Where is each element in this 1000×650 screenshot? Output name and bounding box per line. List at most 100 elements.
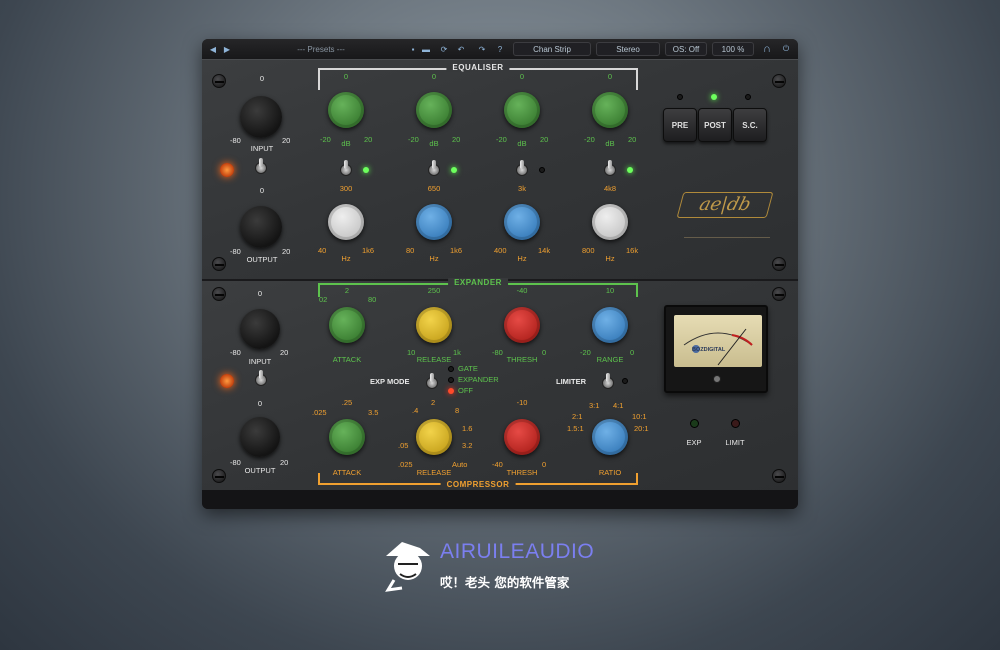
meter-adjust-screw[interactable] bbox=[713, 375, 721, 383]
sc-button[interactable]: S.C. bbox=[733, 108, 767, 142]
eq-gain-unit-label: dB bbox=[605, 139, 615, 148]
comp-attack-top: .25 bbox=[341, 398, 353, 407]
eq-gain-unit-label: dB bbox=[341, 139, 351, 148]
zoom-selector[interactable]: 100 % bbox=[712, 42, 754, 56]
screw bbox=[212, 287, 226, 301]
comp-ratio-knob[interactable] bbox=[592, 419, 628, 455]
meter-scale bbox=[683, 328, 753, 366]
watermark-brand: AIRUILEAUDIO bbox=[440, 540, 595, 563]
eq-freq-unit-label: Hz bbox=[429, 254, 439, 263]
pre-button[interactable]: PRE bbox=[663, 108, 697, 142]
output-knob[interactable] bbox=[240, 206, 282, 248]
eq-freq-knob[interactable] bbox=[592, 204, 628, 240]
eq-gain-max-label: 20 bbox=[628, 135, 637, 144]
preset-selector[interactable]: --- Presets --- bbox=[238, 42, 404, 56]
folder-icon[interactable]: ▬ bbox=[421, 42, 431, 56]
comp-attack-label: ATTACK bbox=[332, 468, 362, 477]
prev-preset-icon[interactable]: ◀ bbox=[208, 42, 218, 56]
eq-gain-knob[interactable] bbox=[592, 92, 628, 128]
redo-icon[interactable]: ↷ bbox=[477, 42, 487, 56]
next-preset-icon[interactable]: ▶ bbox=[222, 42, 232, 56]
toolbar: ◀ ▶ --- Presets --- ▪ ▬ ⟳ ↶ ↷ ? Chan Str… bbox=[202, 39, 798, 59]
screw bbox=[772, 469, 786, 483]
exp-mode-toggle[interactable] bbox=[426, 373, 438, 389]
eq-band-toggle[interactable] bbox=[604, 160, 616, 176]
stereo-selector[interactable]: Stereo bbox=[596, 42, 660, 56]
refresh-icon[interactable]: ⟳ bbox=[439, 42, 449, 56]
power-icon[interactable]: ⏻ bbox=[781, 42, 791, 56]
eq-gain-knob[interactable] bbox=[416, 92, 452, 128]
post-label: POST bbox=[704, 120, 726, 130]
eq-gain-unit-label: dB bbox=[429, 139, 439, 148]
exp-thresh-right: 0 bbox=[542, 348, 547, 357]
bottom-strip bbox=[202, 490, 798, 509]
dyn-power-lamp bbox=[220, 374, 234, 388]
exp-range-knob[interactable] bbox=[592, 307, 628, 343]
eq-gain-top-label: 0 bbox=[519, 72, 525, 81]
help-icon[interactable]: ? bbox=[495, 42, 505, 56]
comp-attack-knob[interactable] bbox=[329, 419, 365, 455]
comp-release-knob[interactable] bbox=[416, 419, 452, 455]
exp-range-top: 10 bbox=[605, 286, 615, 295]
comp-release-tick: .05 bbox=[398, 441, 409, 450]
eq-band-led bbox=[451, 167, 457, 173]
gate-led bbox=[448, 366, 454, 372]
eq-gain-max-label: 20 bbox=[540, 135, 549, 144]
exp-attack-top: 2 bbox=[344, 286, 350, 295]
eq-band-toggle[interactable] bbox=[428, 160, 440, 176]
screw bbox=[772, 287, 786, 301]
exp-release-top: 250 bbox=[427, 286, 441, 295]
eq-freq-knob[interactable] bbox=[416, 204, 452, 240]
comp-release-tick: 1.6 bbox=[462, 424, 473, 433]
dyn-output-knob[interactable] bbox=[240, 417, 280, 457]
exp-thresh-label: THRESH bbox=[506, 355, 538, 364]
comp-thresh-label: THRESH bbox=[506, 468, 538, 477]
post-button[interactable]: POST bbox=[698, 108, 732, 142]
plugin-window: ◀ ▶ --- Presets --- ▪ ▬ ⟳ ↶ ↷ ? Chan Str… bbox=[202, 39, 798, 509]
limiter-led bbox=[622, 378, 628, 384]
input-top-label: 0 bbox=[259, 74, 265, 83]
eq-gain-max-label: 20 bbox=[364, 135, 373, 144]
screw bbox=[212, 74, 226, 88]
eq-band-led bbox=[539, 167, 545, 173]
dynamics-panel: EXPANDER COMPRESSOR 0 -80 20 INPUT 0 -80… bbox=[202, 278, 798, 490]
off-led bbox=[448, 388, 454, 394]
headphones-icon[interactable]: ∩ bbox=[761, 42, 773, 56]
input-knob[interactable] bbox=[240, 96, 282, 138]
exp-attack-knob[interactable] bbox=[329, 307, 365, 343]
limiter-toggle[interactable] bbox=[602, 373, 614, 389]
eq-freq-min-label: 400 bbox=[494, 246, 507, 255]
comp-ratio-tick: 2:1 bbox=[572, 412, 583, 421]
eq-gain-knob[interactable] bbox=[328, 92, 364, 128]
dyn-link-toggle[interactable] bbox=[255, 370, 267, 386]
comp-thresh-knob[interactable] bbox=[504, 419, 540, 455]
eq-freq-knob[interactable] bbox=[504, 204, 540, 240]
db-logo: ae|db bbox=[676, 192, 774, 218]
comp-ratio-tick: 10:1 bbox=[632, 412, 647, 421]
eq-freq-knob[interactable] bbox=[328, 204, 364, 240]
eq-gain-min-label: -20 bbox=[320, 135, 331, 144]
comp-release-label: RELEASE bbox=[416, 468, 452, 477]
exp-release-knob[interactable] bbox=[416, 307, 452, 343]
input-max-label: 20 bbox=[282, 136, 291, 145]
exp-thresh-knob[interactable] bbox=[504, 307, 540, 343]
zoom-label: 100 % bbox=[721, 44, 745, 54]
chain-selector[interactable]: Chan Strip bbox=[513, 42, 591, 56]
link-toggle[interactable] bbox=[255, 158, 267, 174]
dyn-output-label: OUTPUT bbox=[244, 466, 276, 475]
dyn-input-knob[interactable] bbox=[240, 309, 280, 349]
output-label: OUTPUT bbox=[246, 255, 278, 264]
save-icon[interactable]: ▪ bbox=[408, 42, 418, 56]
eq-freq-top-label: 3k bbox=[518, 184, 526, 193]
off-label: OFF bbox=[458, 386, 473, 395]
oversampling-selector[interactable]: OS: Off bbox=[665, 42, 707, 56]
eq-band-toggle[interactable] bbox=[340, 160, 352, 176]
eq-gain-knob[interactable] bbox=[504, 92, 540, 128]
exp-indicator-label: EXP bbox=[686, 438, 702, 447]
exp-release-label: RELEASE bbox=[416, 355, 452, 364]
undo-icon[interactable]: ↶ bbox=[456, 42, 466, 56]
os-label: OS: Off bbox=[672, 44, 700, 54]
mascot-logo bbox=[385, 542, 430, 592]
eq-band-toggle[interactable] bbox=[516, 160, 528, 176]
eq-freq-max-label: 1k6 bbox=[362, 246, 375, 255]
